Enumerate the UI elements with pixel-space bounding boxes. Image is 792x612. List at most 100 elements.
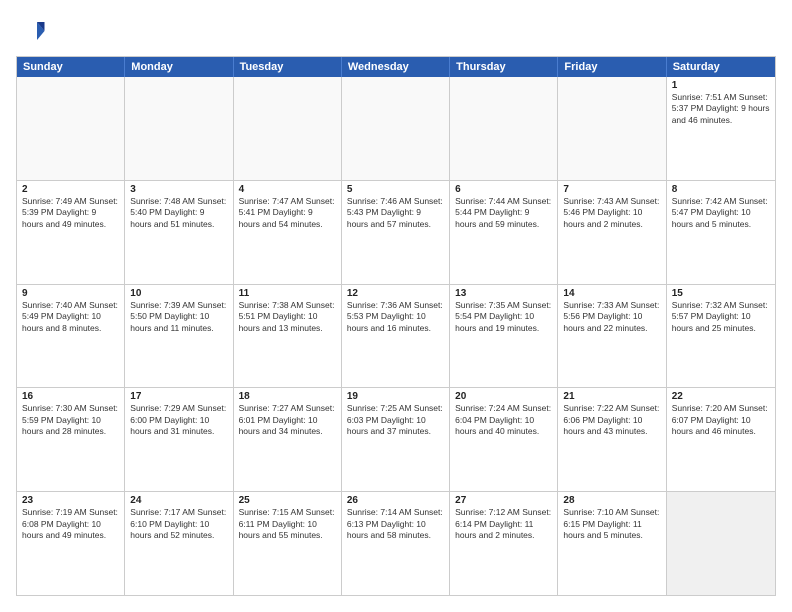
day-info: Sunrise: 7:17 AM Sunset: 6:10 PM Dayligh…	[130, 507, 227, 541]
day-info: Sunrise: 7:35 AM Sunset: 5:54 PM Dayligh…	[455, 300, 552, 334]
calendar-cell	[558, 77, 666, 180]
calendar-cell: 19Sunrise: 7:25 AM Sunset: 6:03 PM Dayli…	[342, 388, 450, 491]
calendar-cell: 7Sunrise: 7:43 AM Sunset: 5:46 PM Daylig…	[558, 181, 666, 284]
calendar-cell: 12Sunrise: 7:36 AM Sunset: 5:53 PM Dayli…	[342, 285, 450, 388]
day-info: Sunrise: 7:40 AM Sunset: 5:49 PM Dayligh…	[22, 300, 119, 334]
calendar-body: 1Sunrise: 7:51 AM Sunset: 5:37 PM Daylig…	[17, 77, 775, 595]
weekday-header: Thursday	[450, 57, 558, 77]
day-info: Sunrise: 7:47 AM Sunset: 5:41 PM Dayligh…	[239, 196, 336, 230]
day-number: 7	[563, 184, 660, 195]
calendar-cell: 21Sunrise: 7:22 AM Sunset: 6:06 PM Dayli…	[558, 388, 666, 491]
day-info: Sunrise: 7:27 AM Sunset: 6:01 PM Dayligh…	[239, 403, 336, 437]
day-info: Sunrise: 7:19 AM Sunset: 6:08 PM Dayligh…	[22, 507, 119, 541]
day-number: 11	[239, 288, 336, 299]
day-number: 10	[130, 288, 227, 299]
calendar-cell: 10Sunrise: 7:39 AM Sunset: 5:50 PM Dayli…	[125, 285, 233, 388]
calendar: SundayMondayTuesdayWednesdayThursdayFrid…	[16, 56, 776, 596]
calendar-cell: 24Sunrise: 7:17 AM Sunset: 6:10 PM Dayli…	[125, 492, 233, 595]
day-info: Sunrise: 7:29 AM Sunset: 6:00 PM Dayligh…	[130, 403, 227, 437]
day-number: 2	[22, 184, 119, 195]
calendar-cell: 23Sunrise: 7:19 AM Sunset: 6:08 PM Dayli…	[17, 492, 125, 595]
day-info: Sunrise: 7:38 AM Sunset: 5:51 PM Dayligh…	[239, 300, 336, 334]
day-number: 14	[563, 288, 660, 299]
calendar-cell: 25Sunrise: 7:15 AM Sunset: 6:11 PM Dayli…	[234, 492, 342, 595]
day-info: Sunrise: 7:15 AM Sunset: 6:11 PM Dayligh…	[239, 507, 336, 541]
weekday-header: Friday	[558, 57, 666, 77]
day-info: Sunrise: 7:49 AM Sunset: 5:39 PM Dayligh…	[22, 196, 119, 230]
weekday-header: Sunday	[17, 57, 125, 77]
day-number: 3	[130, 184, 227, 195]
day-number: 27	[455, 495, 552, 506]
calendar-header: SundayMondayTuesdayWednesdayThursdayFrid…	[17, 57, 775, 77]
day-number: 8	[672, 184, 770, 195]
day-info: Sunrise: 7:39 AM Sunset: 5:50 PM Dayligh…	[130, 300, 227, 334]
calendar-row: 16Sunrise: 7:30 AM Sunset: 5:59 PM Dayli…	[17, 387, 775, 491]
header	[16, 16, 776, 46]
day-number: 18	[239, 391, 336, 402]
day-info: Sunrise: 7:46 AM Sunset: 5:43 PM Dayligh…	[347, 196, 444, 230]
day-info: Sunrise: 7:20 AM Sunset: 6:07 PM Dayligh…	[672, 403, 770, 437]
calendar-cell: 15Sunrise: 7:32 AM Sunset: 5:57 PM Dayli…	[667, 285, 775, 388]
calendar-cell: 26Sunrise: 7:14 AM Sunset: 6:13 PM Dayli…	[342, 492, 450, 595]
calendar-cell	[234, 77, 342, 180]
calendar-cell: 20Sunrise: 7:24 AM Sunset: 6:04 PM Dayli…	[450, 388, 558, 491]
calendar-cell	[342, 77, 450, 180]
day-number: 16	[22, 391, 119, 402]
calendar-cell: 18Sunrise: 7:27 AM Sunset: 6:01 PM Dayli…	[234, 388, 342, 491]
logo-icon	[16, 16, 46, 46]
weekday-header: Tuesday	[234, 57, 342, 77]
calendar-row: 9Sunrise: 7:40 AM Sunset: 5:49 PM Daylig…	[17, 284, 775, 388]
day-number: 5	[347, 184, 444, 195]
calendar-row: 2Sunrise: 7:49 AM Sunset: 5:39 PM Daylig…	[17, 180, 775, 284]
page: SundayMondayTuesdayWednesdayThursdayFrid…	[0, 0, 792, 612]
day-info: Sunrise: 7:30 AM Sunset: 5:59 PM Dayligh…	[22, 403, 119, 437]
day-info: Sunrise: 7:24 AM Sunset: 6:04 PM Dayligh…	[455, 403, 552, 437]
day-number: 21	[563, 391, 660, 402]
day-number: 19	[347, 391, 444, 402]
day-number: 28	[563, 495, 660, 506]
day-info: Sunrise: 7:44 AM Sunset: 5:44 PM Dayligh…	[455, 196, 552, 230]
day-info: Sunrise: 7:12 AM Sunset: 6:14 PM Dayligh…	[455, 507, 552, 541]
calendar-row: 1Sunrise: 7:51 AM Sunset: 5:37 PM Daylig…	[17, 77, 775, 180]
weekday-header: Monday	[125, 57, 233, 77]
day-number: 26	[347, 495, 444, 506]
day-number: 13	[455, 288, 552, 299]
calendar-cell: 1Sunrise: 7:51 AM Sunset: 5:37 PM Daylig…	[667, 77, 775, 180]
day-number: 12	[347, 288, 444, 299]
calendar-cell	[450, 77, 558, 180]
calendar-row: 23Sunrise: 7:19 AM Sunset: 6:08 PM Dayli…	[17, 491, 775, 595]
day-number: 25	[239, 495, 336, 506]
calendar-cell: 14Sunrise: 7:33 AM Sunset: 5:56 PM Dayli…	[558, 285, 666, 388]
day-info: Sunrise: 7:10 AM Sunset: 6:15 PM Dayligh…	[563, 507, 660, 541]
day-number: 20	[455, 391, 552, 402]
day-number: 23	[22, 495, 119, 506]
day-info: Sunrise: 7:32 AM Sunset: 5:57 PM Dayligh…	[672, 300, 770, 334]
calendar-cell: 9Sunrise: 7:40 AM Sunset: 5:49 PM Daylig…	[17, 285, 125, 388]
calendar-cell: 2Sunrise: 7:49 AM Sunset: 5:39 PM Daylig…	[17, 181, 125, 284]
weekday-header: Saturday	[667, 57, 775, 77]
calendar-cell	[667, 492, 775, 595]
calendar-cell: 4Sunrise: 7:47 AM Sunset: 5:41 PM Daylig…	[234, 181, 342, 284]
day-number: 6	[455, 184, 552, 195]
day-info: Sunrise: 7:14 AM Sunset: 6:13 PM Dayligh…	[347, 507, 444, 541]
day-number: 1	[672, 80, 770, 91]
calendar-cell	[125, 77, 233, 180]
calendar-cell: 6Sunrise: 7:44 AM Sunset: 5:44 PM Daylig…	[450, 181, 558, 284]
day-info: Sunrise: 7:48 AM Sunset: 5:40 PM Dayligh…	[130, 196, 227, 230]
day-info: Sunrise: 7:22 AM Sunset: 6:06 PM Dayligh…	[563, 403, 660, 437]
day-number: 4	[239, 184, 336, 195]
day-info: Sunrise: 7:42 AM Sunset: 5:47 PM Dayligh…	[672, 196, 770, 230]
day-number: 22	[672, 391, 770, 402]
calendar-cell	[17, 77, 125, 180]
calendar-cell: 16Sunrise: 7:30 AM Sunset: 5:59 PM Dayli…	[17, 388, 125, 491]
day-number: 24	[130, 495, 227, 506]
calendar-cell: 8Sunrise: 7:42 AM Sunset: 5:47 PM Daylig…	[667, 181, 775, 284]
day-info: Sunrise: 7:36 AM Sunset: 5:53 PM Dayligh…	[347, 300, 444, 334]
calendar-cell: 13Sunrise: 7:35 AM Sunset: 5:54 PM Dayli…	[450, 285, 558, 388]
calendar-cell: 17Sunrise: 7:29 AM Sunset: 6:00 PM Dayli…	[125, 388, 233, 491]
day-number: 17	[130, 391, 227, 402]
calendar-cell: 27Sunrise: 7:12 AM Sunset: 6:14 PM Dayli…	[450, 492, 558, 595]
day-info: Sunrise: 7:25 AM Sunset: 6:03 PM Dayligh…	[347, 403, 444, 437]
weekday-header: Wednesday	[342, 57, 450, 77]
calendar-cell: 11Sunrise: 7:38 AM Sunset: 5:51 PM Dayli…	[234, 285, 342, 388]
